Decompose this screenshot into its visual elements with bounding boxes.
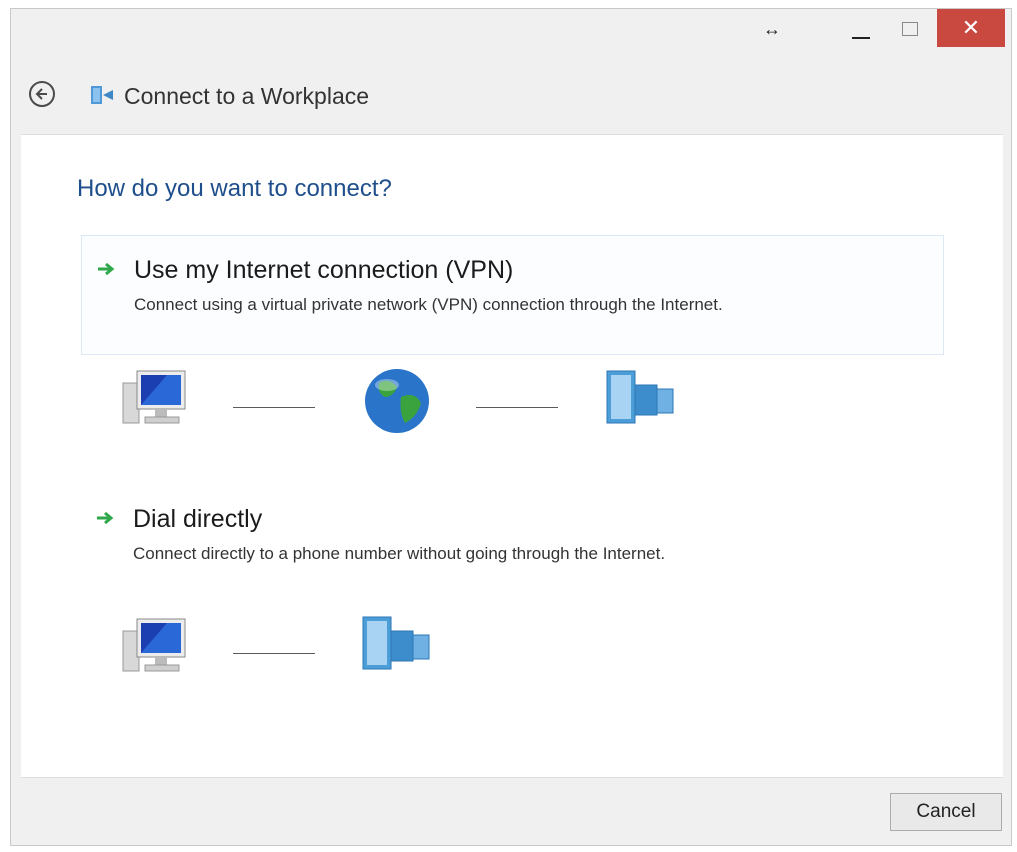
cancel-button[interactable]: Cancel [890,793,1002,831]
server-icon [606,370,674,424]
maximize-button[interactable] [893,15,929,43]
dial-option-description: Connect directly to a phone number witho… [133,544,666,563]
globe-icon [365,369,429,433]
page-heading: How do you want to connect? [77,175,392,202]
snap-icon[interactable]: ↔ [763,19,781,40]
dialog-window: ↔ ✕ Connect to a Workplace How do you wa… [10,8,1012,846]
wizard-title: Connect to a Workplace [124,83,370,109]
minimize-button[interactable] [843,15,879,43]
vpn-option[interactable]: Use my Internet connection (VPN) Connect… [81,235,944,355]
content-area: How do you want to connect? Use my Inter… [21,134,1003,778]
computer-icon [122,618,186,672]
connector-line [233,653,315,654]
vpn-option-description: Connect using a virtual private network … [134,295,723,314]
green-arrow-icon [98,262,115,276]
back-arrow-icon [35,88,47,100]
server-icon [362,616,430,670]
connector-line [233,407,315,408]
dialog-footer: Cancel [21,777,1003,847]
navigation-bar: Connect to a Workplace [11,49,1011,133]
computer-icon [122,370,186,424]
dial-option-title: Dial directly [133,505,263,533]
title-bar: ↔ ✕ [11,9,1011,49]
workplace-icon [91,86,113,104]
close-button[interactable]: ✕ [937,9,1005,47]
connector-line [476,407,558,408]
dial-option[interactable]: Dial directly Connect directly to a phon… [81,485,944,595]
vpn-option-title: Use my Internet connection (VPN) [134,256,514,284]
green-arrow-icon [97,511,114,525]
back-button[interactable] [29,81,55,107]
